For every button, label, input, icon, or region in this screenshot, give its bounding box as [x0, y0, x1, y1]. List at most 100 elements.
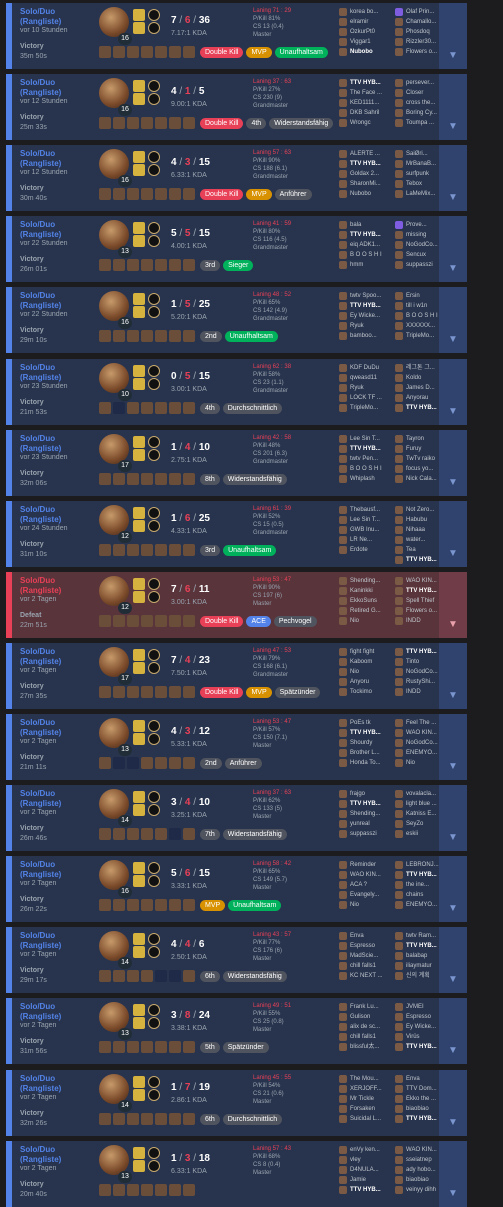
item-icon[interactable]: [113, 1184, 125, 1196]
player-name[interactable]: INDD: [395, 616, 445, 626]
player-name[interactable]: Enva: [395, 1074, 445, 1084]
expand-details-button[interactable]: ▼: [439, 927, 467, 993]
player-name[interactable]: KED1111...: [339, 98, 389, 108]
summoner-spell-icon[interactable]: [133, 733, 145, 745]
player-name[interactable]: Closer: [395, 88, 445, 98]
player-name[interactable]: WAO KIN...: [339, 870, 389, 880]
item-icon[interactable]: [169, 1041, 181, 1053]
item-icon[interactable]: [99, 686, 111, 698]
item-icon[interactable]: [169, 757, 181, 769]
expand-details-button[interactable]: ▼: [439, 216, 467, 282]
player-name[interactable]: veinyy dihh: [395, 1185, 445, 1195]
player-name[interactable]: Chamallo...: [395, 17, 445, 27]
expand-details-button[interactable]: ▼: [439, 501, 467, 567]
player-name[interactable]: The Mou...: [339, 1074, 389, 1084]
player-name[interactable]: focus yo...: [395, 464, 445, 474]
item-icon[interactable]: [127, 473, 139, 485]
player-name[interactable]: yunreal: [339, 819, 389, 829]
item-icon[interactable]: [183, 686, 195, 698]
item-icon[interactable]: [141, 686, 153, 698]
match-card[interactable]: Solo/Duo (Rangliste) vor 2 Tagen Victory 20…: [6, 1141, 467, 1207]
player-name[interactable]: 레그톤 그...: [395, 363, 445, 373]
item-icon[interactable]: [155, 1041, 167, 1053]
player-name[interactable]: light blue ...: [395, 799, 445, 809]
summoner-spell-icon[interactable]: [133, 293, 145, 305]
rune-icon[interactable]: [148, 862, 160, 874]
rune-icon[interactable]: [148, 933, 160, 945]
item-icon[interactable]: [183, 970, 195, 982]
player-name[interactable]: TTV HYB...: [395, 555, 437, 565]
expand-details-button[interactable]: ▼: [439, 287, 467, 353]
player-name[interactable]: chill falls1: [339, 961, 389, 971]
item-icon[interactable]: [141, 1184, 153, 1196]
summoner-spell-icon[interactable]: [133, 436, 145, 448]
summoner-spell-icon[interactable]: [133, 1160, 145, 1172]
player-name[interactable]: Not Zero...: [395, 505, 445, 515]
match-card[interactable]: Solo/Duo (Rangliste) vor 23 Stunden Victor…: [6, 359, 467, 425]
player-name[interactable]: Viggar1: [339, 37, 389, 47]
player-name[interactable]: Wrongc: [339, 118, 389, 128]
item-icon[interactable]: [141, 402, 153, 414]
item-icon[interactable]: [127, 330, 139, 342]
rune-icon[interactable]: [148, 365, 160, 377]
player-name[interactable]: Sencux: [395, 250, 445, 260]
player-name[interactable]: GWB Inu...: [339, 525, 389, 535]
player-name[interactable]: Shourdy: [339, 738, 389, 748]
item-icon[interactable]: [141, 117, 153, 129]
player-name[interactable]: ACA ?: [339, 880, 389, 890]
player-name[interactable]: elramir: [339, 17, 389, 27]
rune-icon[interactable]: [148, 436, 160, 448]
player-name[interactable]: hmm: [339, 260, 389, 270]
item-icon[interactable]: [169, 259, 181, 271]
item-icon[interactable]: [155, 117, 167, 129]
player-name[interactable]: Tinto: [395, 657, 445, 667]
player-name[interactable]: eiq ADK1...: [339, 240, 389, 250]
expand-details-button[interactable]: ▼: [439, 643, 467, 709]
player-name[interactable]: LaMeMix...: [395, 189, 445, 199]
player-name[interactable]: DKB Sahril: [339, 108, 389, 118]
expand-details-button[interactable]: ▼: [439, 1141, 467, 1207]
player-name[interactable]: Virüs: [395, 1032, 445, 1042]
player-name[interactable]: Tockimo: [339, 687, 389, 697]
player-name[interactable]: Koldo: [395, 373, 445, 383]
player-name[interactable]: Nick Cala...: [395, 474, 445, 484]
summoner-spell-icon[interactable]: [133, 804, 145, 816]
player-name[interactable]: TTV HYB...: [339, 1185, 389, 1195]
player-name[interactable]: Prove...: [395, 220, 445, 230]
player-name[interactable]: Kaboom: [339, 657, 389, 667]
player-name[interactable]: Rizzler30...: [395, 37, 445, 47]
empty-item-slot[interactable]: [169, 828, 181, 840]
match-card[interactable]: Solo/Duo (Rangliste) vor 22 Stunden Victor…: [6, 216, 467, 282]
summoner-spell-icon[interactable]: [133, 1004, 145, 1016]
player-name[interactable]: Nihaaa: [395, 525, 445, 535]
player-name[interactable]: suppasszi: [395, 260, 445, 270]
player-name[interactable]: ENEMYO...: [395, 748, 445, 758]
item-icon[interactable]: [155, 46, 167, 58]
player-name[interactable]: Suicidal L...: [339, 1114, 389, 1124]
match-card[interactable]: Solo/Duo (Rangliste) vor 2 Tagen Victory 31…: [6, 998, 467, 1064]
summoner-spell-icon[interactable]: [133, 862, 145, 874]
rune-icon[interactable]: [148, 235, 160, 247]
player-name[interactable]: TTV HYB...: [339, 444, 389, 454]
player-name[interactable]: Nubobo: [339, 189, 389, 199]
match-card[interactable]: Solo/Duo (Rangliste) vor 2 Tagen Victory 26…: [6, 856, 467, 922]
summoner-spell-icon[interactable]: [133, 235, 145, 247]
item-icon[interactable]: [99, 188, 111, 200]
item-icon[interactable]: [113, 473, 125, 485]
match-card[interactable]: Solo/Duo (Rangliste) vor 12 Stunden Victor…: [6, 145, 467, 211]
item-icon[interactable]: [169, 117, 181, 129]
player-name[interactable]: James D...: [395, 383, 445, 393]
player-name[interactable]: Ey Wicke...: [395, 1022, 445, 1032]
item-icon[interactable]: [141, 899, 153, 911]
item-icon[interactable]: [99, 544, 111, 556]
empty-item-slot[interactable]: [155, 970, 167, 982]
match-card[interactable]: Solo/Duo (Rangliste) vor 10 Stunden Victor…: [6, 3, 467, 69]
item-icon[interactable]: [113, 970, 125, 982]
player-name[interactable]: Whiplash: [339, 474, 389, 484]
item-icon[interactable]: [113, 46, 125, 58]
player-name[interactable]: surfpunk: [395, 169, 445, 179]
player-name[interactable]: Nio: [339, 900, 389, 910]
item-icon[interactable]: [169, 330, 181, 342]
player-name[interactable]: Brother L...: [339, 748, 389, 758]
player-name[interactable]: biaobiao: [395, 1104, 445, 1114]
